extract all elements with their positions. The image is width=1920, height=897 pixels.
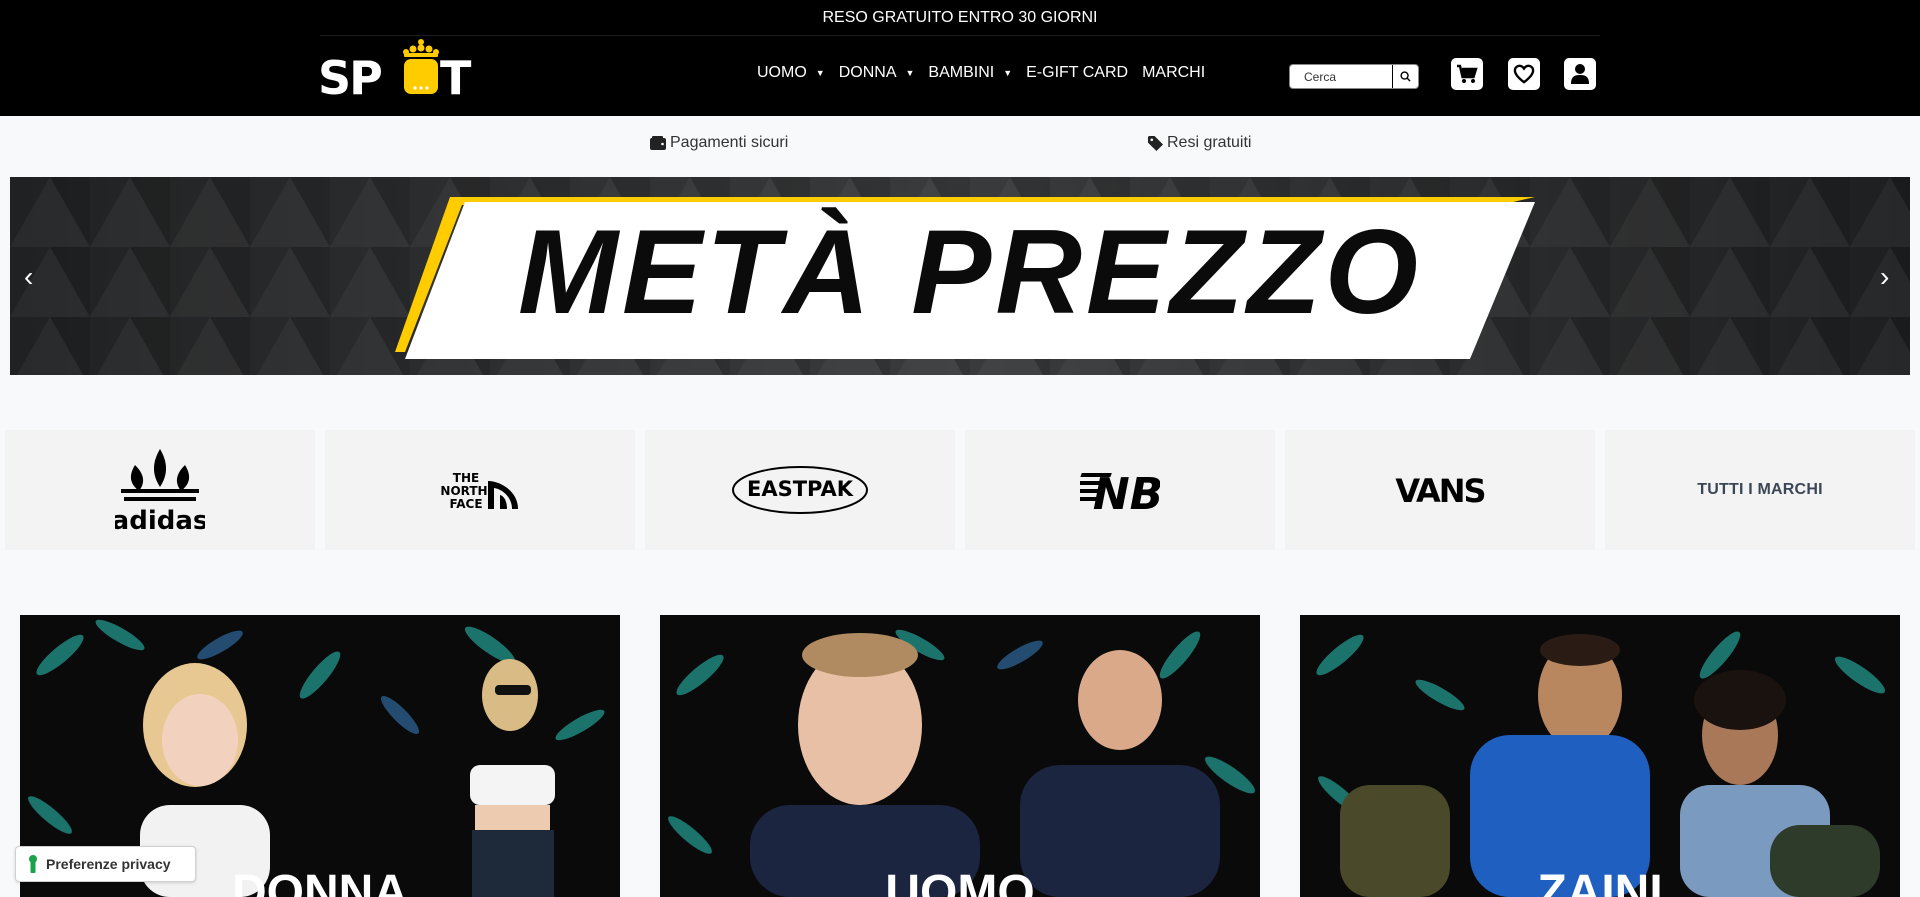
svg-text:T: T <box>440 51 472 96</box>
hero-banner[interactable]: METÀ PREZZO ‹ › <box>10 177 1910 375</box>
carousel-next-icon[interactable]: › <box>1880 261 1889 293</box>
wishlist-button[interactable] <box>1508 58 1540 90</box>
benefit-secure-payments: Pagamenti sicuri <box>650 134 788 152</box>
svg-text:NB: NB <box>1093 469 1160 513</box>
svg-text:NORTH: NORTH <box>440 484 487 498</box>
category-image <box>1300 615 1900 897</box>
account-button[interactable] <box>1564 58 1596 90</box>
heart-icon <box>1513 64 1535 84</box>
nav-label: DONNA <box>838 64 897 81</box>
brand-tile-all-brands[interactable]: TUTTI I MARCHI <box>1605 430 1915 550</box>
carousel-prev-icon[interactable]: ‹ <box>24 261 33 293</box>
site-header: RESO GRATUITO ENTRO 30 GIORNI SP T UOMO ▼… <box>0 0 1920 116</box>
announcement-bar: RESO GRATUITO ENTRO 30 GIORNI <box>320 0 1600 36</box>
caret-down-icon: ▼ <box>905 68 915 78</box>
nav-label: BAMBINI <box>928 64 995 81</box>
cart-icon <box>1457 64 1478 83</box>
nav-donna[interactable]: DONNA ▼ <box>839 64 915 82</box>
search-box <box>1289 64 1419 89</box>
user-icon <box>1571 64 1589 84</box>
new-balance-logo: NB <box>1080 469 1160 513</box>
caret-down-icon: ▼ <box>815 68 825 78</box>
category-image <box>660 615 1260 897</box>
hero-title: METÀ PREZZO <box>518 205 1422 339</box>
nav-e-gift-card[interactable]: E-GIFT CARD <box>1026 64 1128 82</box>
nav-label: UOMO <box>757 64 807 81</box>
category-tiles: DONNA UOMO ZAINI <box>0 615 1920 897</box>
brand-tile-vans[interactable]: VANS <box>1285 430 1595 550</box>
nav-bambini[interactable]: BAMBINI ▼ <box>928 64 1012 82</box>
caret-down-icon: ▼ <box>1003 68 1013 78</box>
adidas-logo: adidas <box>115 449 205 533</box>
brand-tile-the-north-face[interactable]: THE NORTH FACE <box>325 430 635 550</box>
svg-text:THE: THE <box>453 471 479 485</box>
nav-marchi[interactable]: MARCHI <box>1142 64 1205 82</box>
search-button[interactable] <box>1393 65 1418 88</box>
svg-text:adidas: adidas <box>115 506 205 533</box>
spot-logo[interactable]: SP T <box>318 38 492 96</box>
benefits-bar: Pagamenti sicuri Resi gratuiti <box>0 134 1920 156</box>
keyhole-icon <box>29 855 37 873</box>
svg-text:SP: SP <box>318 51 381 96</box>
category-tile-uomo[interactable]: UOMO <box>660 615 1260 897</box>
cart-button[interactable] <box>1451 58 1483 90</box>
category-title: UOMO <box>885 866 1035 897</box>
category-title: ZAINI <box>1537 866 1663 897</box>
nav-label: E-GIFT CARD <box>1026 64 1129 81</box>
brand-strip: adidas THE NORTH FACE EASTPAK NB VANS TU… <box>5 430 1920 550</box>
nav-label: MARCHI <box>1142 64 1206 81</box>
eastpak-logo: EASTPAK <box>732 466 868 514</box>
brand-tile-eastpak[interactable]: EASTPAK <box>645 430 955 550</box>
wallet-icon <box>650 136 666 150</box>
svg-text:VANS: VANS <box>1395 472 1484 510</box>
the-north-face-logo: THE NORTH FACE <box>440 471 518 511</box>
category-tile-zaini[interactable]: ZAINI <box>1300 615 1900 897</box>
brand-tile-new-balance[interactable]: NB <box>965 430 1275 550</box>
vans-logo: VANS <box>1395 472 1485 510</box>
search-icon <box>1400 71 1411 82</box>
svg-text:EASTPAK: EASTPAK <box>747 477 854 501</box>
search-input[interactable] <box>1290 65 1393 88</box>
privacy-preferences-button[interactable]: Preferenze privacy <box>15 846 196 882</box>
svg-text:FACE: FACE <box>449 497 482 511</box>
all-brands-label: TUTTI I MARCHI <box>1697 481 1823 498</box>
main-nav: UOMO ▼ DONNA ▼ BAMBINI ▼ E-GIFT CARD MARCHI <box>757 64 1219 82</box>
brand-tile-adidas[interactable]: adidas <box>5 430 315 550</box>
tag-icon <box>1148 135 1163 151</box>
nav-uomo[interactable]: UOMO ▼ <box>757 64 825 82</box>
benefit-label: Pagamenti sicuri <box>670 134 789 151</box>
privacy-label: Preferenze privacy <box>46 856 171 872</box>
benefit-label: Resi gratuiti <box>1167 134 1252 151</box>
benefit-free-returns: Resi gratuiti <box>1148 134 1251 152</box>
